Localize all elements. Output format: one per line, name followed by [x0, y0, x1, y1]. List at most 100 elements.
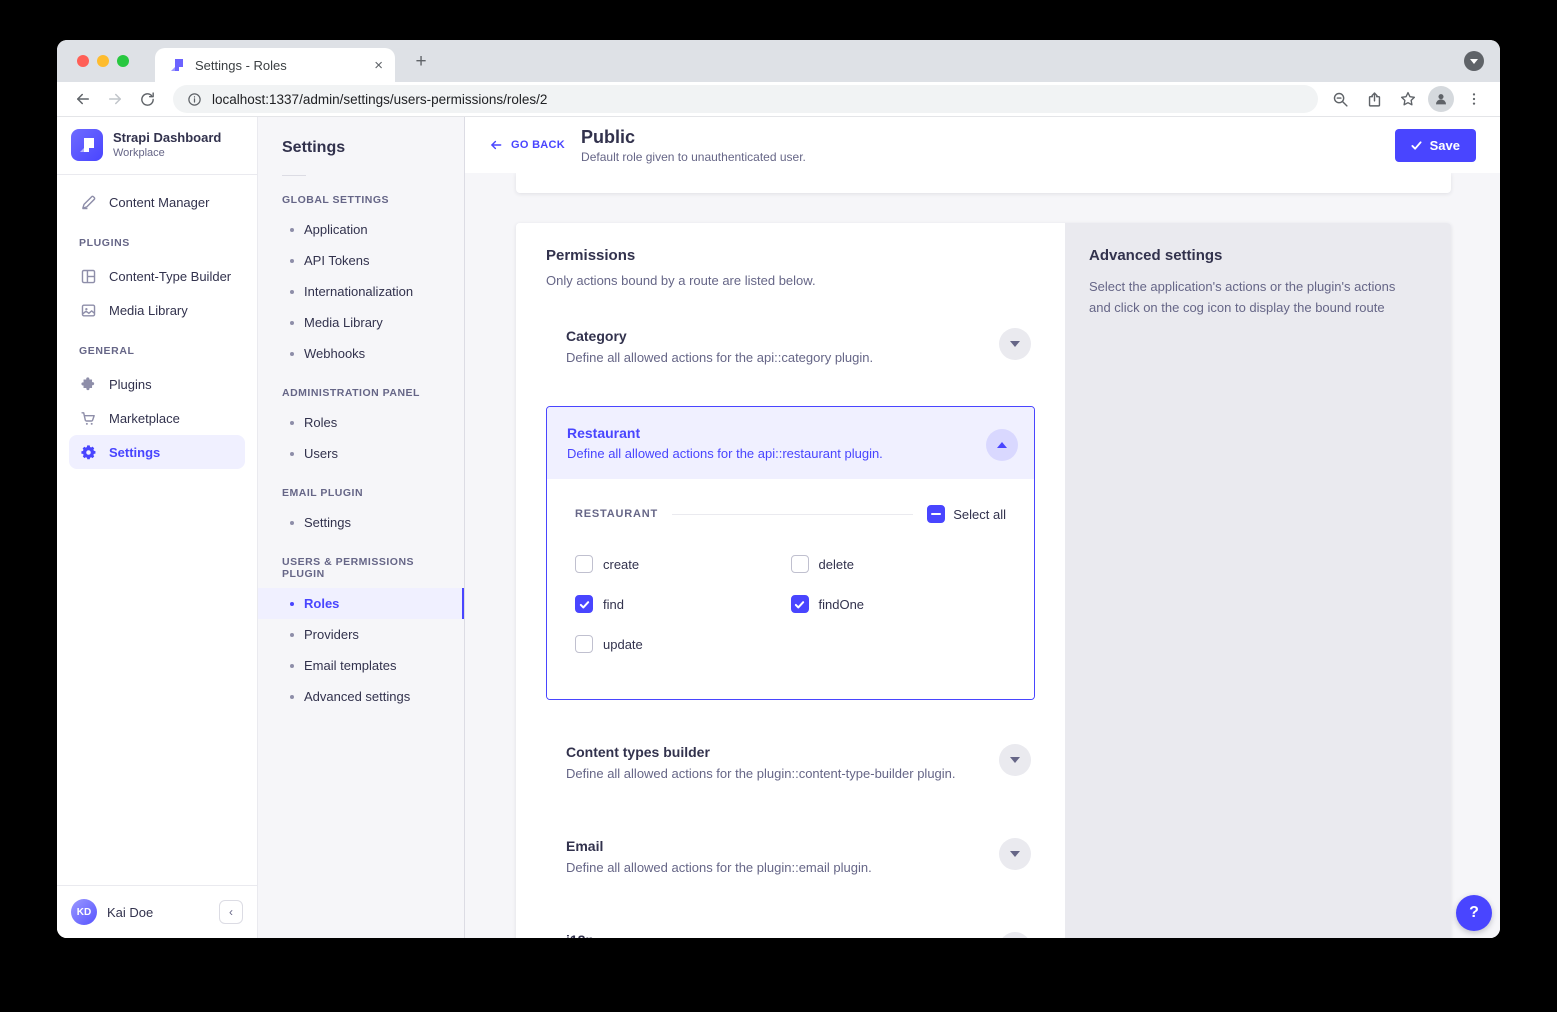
pencil-icon: [79, 193, 97, 211]
accordion-description: Define all allowed actions for the plugi…: [566, 860, 975, 875]
back-button[interactable]: [69, 85, 97, 113]
subnav-group-label: GLOBAL SETTINGS: [282, 194, 440, 206]
cart-icon: [79, 409, 97, 427]
chevron-down-icon: [1010, 851, 1020, 857]
scroll-area[interactable]: Permissions Only actions bound by a rout…: [465, 173, 1500, 938]
sidebar-item-content-manager[interactable]: Content Manager: [69, 185, 245, 219]
puzzle-icon: [79, 375, 97, 393]
accordion-i18n[interactable]: i18n: [546, 930, 1035, 938]
subnav-item-admin-roles[interactable]: Roles: [258, 407, 464, 438]
settings-subnav: Settings GLOBAL SETTINGS Application API…: [258, 117, 465, 938]
share-icon[interactable]: [1360, 85, 1388, 113]
new-tab-button[interactable]: +: [407, 48, 435, 76]
subnav-item-internationalization[interactable]: Internationalization: [258, 276, 464, 307]
page-title: Public: [581, 127, 806, 148]
permission-findone[interactable]: findOne: [791, 595, 1007, 613]
go-back-link[interactable]: GO BACK: [489, 138, 565, 152]
subnav-item-providers[interactable]: Providers: [258, 619, 464, 650]
chevron-down-icon: [1470, 59, 1478, 64]
permission-group-label: RESTAURANT: [575, 508, 658, 520]
sidebar-item-label: Media Library: [109, 303, 188, 318]
accordion-title: Content types builder: [566, 744, 975, 760]
sidebar-item-media-library[interactable]: Media Library: [69, 293, 245, 327]
tab-strip: Settings - Roles × +: [57, 40, 1500, 82]
workspace-switcher[interactable]: Strapi Dashboard Workplace: [57, 117, 257, 174]
subnav-item-application[interactable]: Application: [258, 214, 464, 245]
close-tab-icon[interactable]: ×: [374, 57, 383, 74]
sidebar-item-plugins[interactable]: Plugins: [69, 367, 245, 401]
chevron-left-icon: ‹: [229, 905, 233, 919]
arrow-left-icon: [489, 138, 503, 152]
save-button-label: Save: [1430, 138, 1460, 153]
accordion-content-types-builder[interactable]: Content types builder Define all allowed…: [546, 742, 1035, 798]
subnav-item-api-tokens[interactable]: API Tokens: [258, 245, 464, 276]
sidebar-item-label: Marketplace: [109, 411, 180, 426]
browser-profile-avatar[interactable]: [1428, 86, 1454, 112]
expand-i18n-button[interactable]: [999, 932, 1031, 938]
sidebar-item-label: Content Manager: [109, 195, 209, 210]
address-bar[interactable]: localhost:1337/admin/settings/users-perm…: [173, 85, 1318, 113]
role-details-card-edge: [516, 173, 1451, 193]
subnav-item-advanced-settings[interactable]: Advanced settings: [258, 681, 464, 712]
collapse-restaurant-button[interactable]: [986, 429, 1018, 461]
subnav-item-email-templates[interactable]: Email templates: [258, 650, 464, 681]
sidebar-item-settings[interactable]: Settings: [69, 435, 245, 469]
advanced-settings-description: Select the application's actions or the …: [1089, 276, 1419, 319]
subnav-item-media-library[interactable]: Media Library: [258, 307, 464, 338]
sidebar-item-marketplace[interactable]: Marketplace: [69, 401, 245, 435]
sidebar-item-content-type-builder[interactable]: Content-Type Builder: [69, 259, 245, 293]
delete-checkbox[interactable]: [791, 555, 809, 573]
permission-update[interactable]: update: [575, 635, 791, 653]
accordion-restaurant-header[interactable]: Restaurant Define all allowed actions fo…: [547, 407, 1034, 479]
select-all-control[interactable]: Select all: [927, 505, 1006, 523]
url-bar: localhost:1337/admin/settings/users-perm…: [57, 82, 1500, 117]
accordion-description: Define all allowed actions for the api::…: [566, 350, 975, 365]
findone-checkbox[interactable]: [791, 595, 809, 613]
checkbox-label: findOne: [819, 597, 865, 612]
update-checkbox[interactable]: [575, 635, 593, 653]
checkbox-label: find: [603, 597, 624, 612]
find-checkbox[interactable]: [575, 595, 593, 613]
window-controls: [77, 55, 129, 67]
subnav-item-webhooks[interactable]: Webhooks: [258, 338, 464, 369]
user-avatar[interactable]: KD: [71, 899, 97, 925]
save-button[interactable]: Save: [1395, 129, 1476, 162]
browser-menu-icon[interactable]: [1460, 85, 1488, 113]
strapi-logo-icon: [71, 129, 103, 161]
expand-content-types-builder-button[interactable]: [999, 744, 1031, 776]
reload-button[interactable]: [133, 85, 161, 113]
divider: [672, 514, 913, 515]
subnav-item-admin-users[interactable]: Users: [258, 438, 464, 469]
subnav-item-email-settings[interactable]: Settings: [258, 507, 464, 538]
check-icon: [1411, 140, 1422, 151]
permission-find[interactable]: find: [575, 595, 791, 613]
expand-email-button[interactable]: [999, 838, 1031, 870]
maximize-window-button[interactable]: [117, 55, 129, 67]
permissions-title: Permissions: [546, 247, 1035, 264]
expand-category-button[interactable]: [999, 328, 1031, 360]
accordion-email[interactable]: Email Define all allowed actions for the…: [546, 836, 1035, 892]
chevron-down-icon: [1010, 757, 1020, 763]
subnav-item-up-roles[interactable]: Roles: [258, 588, 464, 619]
chevron-down-icon: [1010, 341, 1020, 347]
collapse-sidebar-button[interactable]: ‹: [219, 900, 243, 924]
accordion-category[interactable]: Category Define all allowed actions for …: [546, 326, 1035, 382]
bookmark-star-icon[interactable]: [1394, 85, 1422, 113]
browser-update-button[interactable]: [1464, 51, 1484, 71]
sidebar-section-label: PLUGINS: [79, 237, 235, 249]
select-all-checkbox[interactable]: [927, 505, 945, 523]
accordion-title: Category: [566, 328, 975, 344]
minimize-window-button[interactable]: [97, 55, 109, 67]
permission-delete[interactable]: delete: [791, 555, 1007, 573]
permission-create[interactable]: create: [575, 555, 791, 573]
help-button[interactable]: ?: [1456, 895, 1492, 931]
create-checkbox[interactable]: [575, 555, 593, 573]
close-window-button[interactable]: [77, 55, 89, 67]
browser-tab[interactable]: Settings - Roles ×: [155, 48, 395, 82]
permissions-card: Permissions Only actions bound by a rout…: [516, 223, 1451, 938]
question-mark-icon: ?: [1469, 904, 1479, 922]
forward-button[interactable]: [101, 85, 129, 113]
sidebar-item-label: Settings: [109, 445, 160, 460]
zoom-out-icon[interactable]: [1326, 85, 1354, 113]
sidebar-section-label: GENERAL: [79, 345, 235, 357]
